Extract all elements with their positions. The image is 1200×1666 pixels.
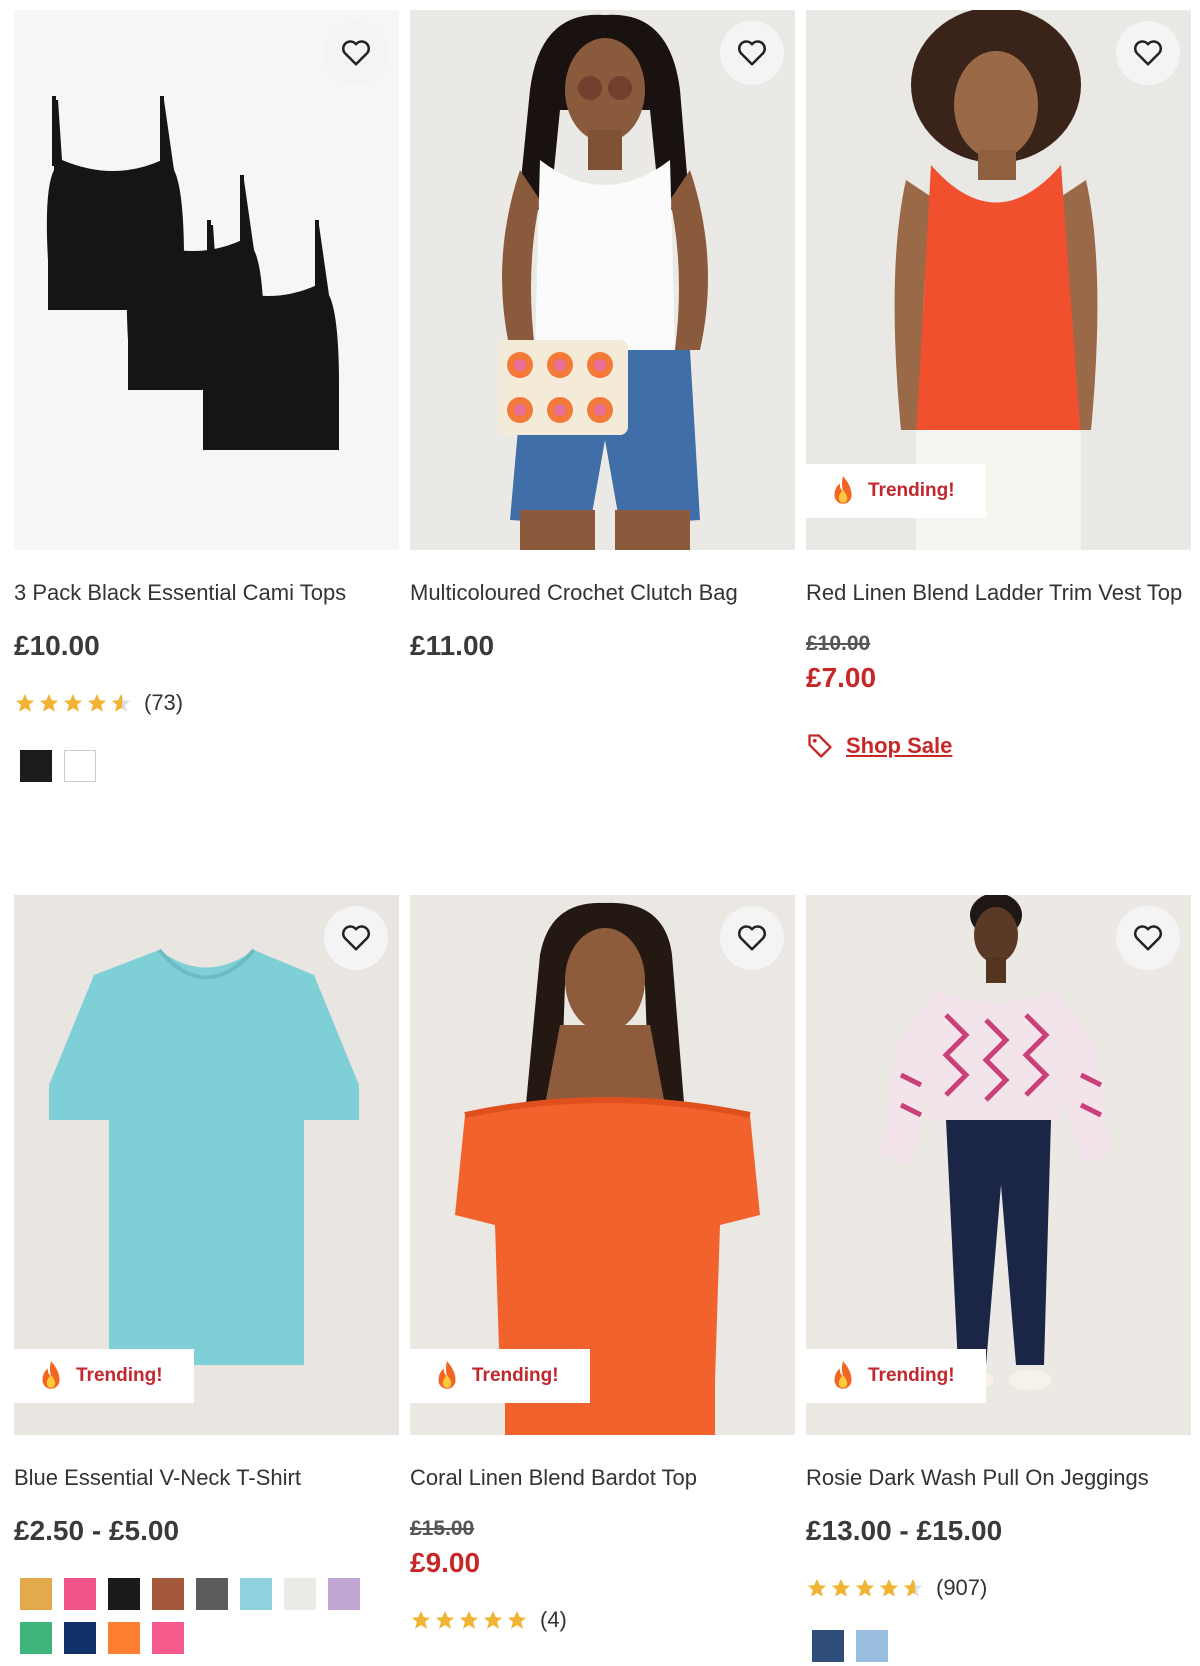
sale-price: £7.00 [806,662,877,693]
rating-count: (73) [144,690,184,715]
product-card[interactable]: Trending! Red Linen Blend Ladder Trim Ve… [806,10,1191,758]
product-card[interactable]: Trending! Rosie Dark Wash Pull On Jeggin… [806,895,1191,1662]
product-price: £2.50 - £5.00 [14,1515,180,1546]
product-image[interactable] [14,10,399,550]
product-card[interactable]: Trending! Coral Linen Blend Bardot Top £… [410,895,795,1655]
wishlist-button[interactable] [324,906,388,970]
colour-swatch[interactable] [64,1578,96,1610]
heart-outline-icon [342,925,370,951]
fire-icon [834,1361,852,1389]
trending-badge: Trending! [806,464,986,518]
wishlist-button[interactable] [1116,906,1180,970]
rating-count: (4) [540,1607,567,1632]
product-rating[interactable]: (907) [806,1575,987,1601]
star-icon [39,693,59,712]
colour-swatch[interactable] [152,1622,184,1654]
star-icon [435,1610,455,1629]
trending-badge: Trending! [806,1349,986,1403]
colour-swatch[interactable] [328,1578,360,1610]
shop-sale-label[interactable]: Shop Sale [846,733,952,759]
colour-swatch[interactable] [20,1578,52,1610]
colour-swatch[interactable] [856,1630,888,1662]
star-icon [807,1578,827,1597]
star-rating [806,1577,924,1599]
trending-label: Trending! [76,1365,163,1386]
colour-swatch[interactable] [196,1578,228,1610]
colour-swatches [20,750,380,782]
half-star-icon [903,1578,923,1597]
star-icon [483,1610,503,1629]
product-card[interactable]: 3 Pack Black Essential Cami Tops £10.00 … [14,10,399,782]
product-price: £10.00 [14,630,100,661]
star-icon [855,1578,875,1597]
star-icon [411,1610,431,1629]
was-price: £10.00 [806,632,871,655]
star-icon [507,1610,527,1629]
colour-swatch[interactable] [812,1630,844,1662]
colour-swatch[interactable] [64,1622,96,1654]
product-title[interactable]: 3 Pack Black Essential Cami Tops [14,580,346,606]
colour-swatches [20,1578,380,1654]
product-image[interactable]: Trending! [806,10,1191,550]
trending-label: Trending! [868,480,955,501]
trending-label: Trending! [868,1365,955,1386]
star-icon [15,693,35,712]
fire-icon [438,1361,456,1389]
product-image[interactable]: Trending! [410,895,795,1435]
wishlist-button[interactable] [1116,21,1180,85]
product-image[interactable] [410,10,795,550]
price-tag-icon [808,734,832,758]
star-icon [879,1578,899,1597]
product-image[interactable]: Trending! [14,895,399,1435]
product-title[interactable]: Coral Linen Blend Bardot Top [410,1465,697,1491]
product-card[interactable]: Multicoloured Crochet Clutch Bag £11.00 [410,10,795,750]
colour-swatches [812,1630,1172,1662]
heart-outline-icon [738,925,766,951]
product-title[interactable]: Multicoloured Crochet Clutch Bag [410,580,738,606]
colour-swatch[interactable] [240,1578,272,1610]
product-title[interactable]: Blue Essential V-Neck T-Shirt [14,1465,301,1491]
sale-price: £9.00 [410,1547,481,1578]
colour-swatch[interactable] [20,1622,52,1654]
shop-sale-link[interactable]: Shop Sale [806,732,952,760]
colour-swatch[interactable] [64,750,96,782]
star-icon [831,1578,851,1597]
colour-swatch[interactable] [20,750,52,782]
half-star-icon [111,693,131,712]
colour-swatch[interactable] [108,1578,140,1610]
was-price: £15.00 [410,1517,475,1540]
heart-outline-icon [738,40,766,66]
rating-count: (907) [936,1575,988,1600]
fire-icon [42,1361,60,1389]
star-icon [87,693,107,712]
wishlist-button[interactable] [720,906,784,970]
product-price: £13.00 - £15.00 [806,1515,1003,1546]
product-title[interactable]: Rosie Dark Wash Pull On Jeggings [806,1465,1149,1491]
star-icon [63,693,83,712]
trending-badge: Trending! [14,1349,194,1403]
heart-outline-icon [342,40,370,66]
product-price: £11.00 [410,630,495,661]
star-icon [459,1610,479,1629]
colour-swatch[interactable] [152,1578,184,1610]
colour-swatch[interactable] [284,1578,316,1610]
heart-outline-icon [1134,40,1162,66]
product-rating[interactable]: (73) [14,690,183,716]
product-rating[interactable]: (4) [410,1607,567,1633]
fire-icon [834,476,852,504]
trending-label: Trending! [472,1365,559,1386]
wishlist-button[interactable] [324,21,388,85]
wishlist-button[interactable] [720,21,784,85]
product-image[interactable]: Trending! [806,895,1191,1435]
product-card[interactable]: Trending! Blue Essential V-Neck T-Shirt … [14,895,399,1655]
product-title[interactable]: Red Linen Blend Ladder Trim Vest Top [806,580,1182,606]
trending-badge: Trending! [410,1349,590,1403]
heart-outline-icon [1134,925,1162,951]
colour-swatch[interactable] [108,1622,140,1654]
star-rating [410,1609,528,1631]
star-rating [14,692,132,714]
